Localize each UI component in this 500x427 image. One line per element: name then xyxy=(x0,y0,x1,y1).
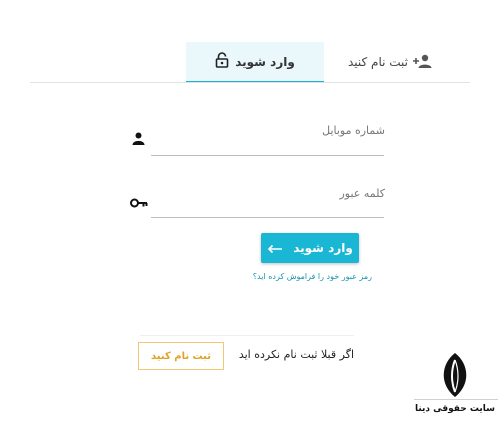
password-underline xyxy=(151,217,384,218)
key-icon xyxy=(130,194,148,213)
mobile-underline xyxy=(151,155,384,156)
arrow-left-icon xyxy=(267,239,283,258)
login-button[interactable]: وارد شوید xyxy=(261,233,359,263)
user-plus-icon xyxy=(412,53,432,72)
logo-text: سایت حقوقی دینا xyxy=(414,404,496,414)
password-input[interactable] xyxy=(152,198,386,216)
tab-register[interactable]: ثبت نام کنید xyxy=(340,48,440,76)
tab-register-label: ثبت نام کنید xyxy=(347,55,409,69)
tab-login[interactable]: وارد شوید xyxy=(186,42,324,83)
mobile-input[interactable] xyxy=(152,136,386,154)
login-button-label: وارد شوید xyxy=(293,241,353,255)
section-divider xyxy=(140,335,354,336)
logo-emblem xyxy=(431,352,479,402)
lock-icon xyxy=(215,51,229,72)
forgot-password-link[interactable]: رمز عبور خود را فراموش کرده اید؟ xyxy=(230,272,372,281)
tab-login-label: وارد شوید xyxy=(235,54,295,69)
signup-prompt: اگر قبلا ثبت نام نکرده اید xyxy=(238,348,354,361)
logo-divider xyxy=(414,399,498,400)
tabs-divider xyxy=(30,82,470,83)
user-icon xyxy=(132,130,145,149)
register-button-label: ثبت نام کنید xyxy=(151,350,211,362)
register-button[interactable]: ثبت نام کنید xyxy=(138,342,224,370)
